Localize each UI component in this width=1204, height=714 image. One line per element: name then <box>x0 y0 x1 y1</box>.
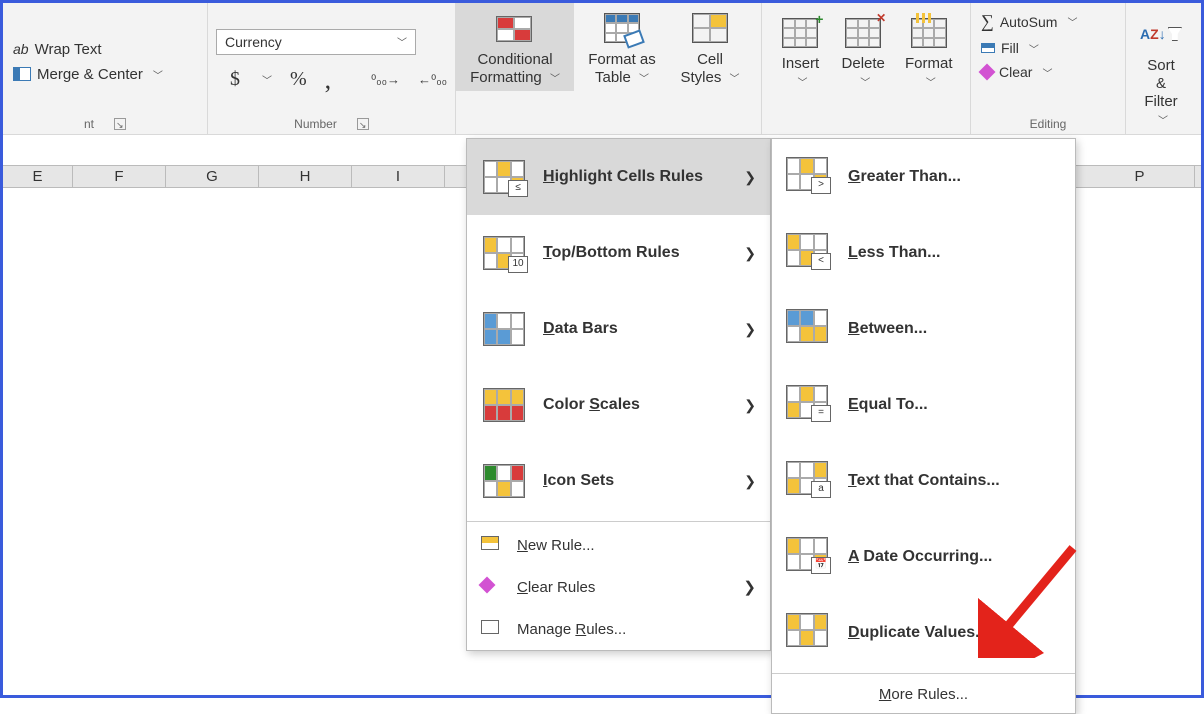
sort-filter-button[interactable]: AZ↓ Sort & Filter ﹀ <box>1134 9 1188 133</box>
text-contains-icon <box>786 461 828 495</box>
menu-between[interactable]: Between... <box>772 291 1075 367</box>
number-dialog-launcher[interactable] <box>357 118 369 130</box>
menu-new-rule[interactable]: New Rule... <box>467 524 770 566</box>
menu-clear-rules[interactable]: Clear Rules ❯ <box>467 566 770 608</box>
menu-color-scales[interactable]: Color Scales ❯ <box>467 367 770 443</box>
delete-cells-button[interactable]: Delete﹀ <box>831 9 896 95</box>
comma-button[interactable]: , <box>325 65 332 95</box>
chevron-down-icon: ﹀ <box>1042 65 1052 80</box>
submenu-arrow-icon: ❯ <box>744 245 756 262</box>
column-header[interactable]: H <box>259 166 352 187</box>
decrease-decimal-button[interactable]: ←⁰₀₀ <box>418 72 447 88</box>
alignment-group-label: nt <box>84 116 94 132</box>
autosum-button[interactable]: ∑ AutoSum ﹀ <box>979 9 1117 34</box>
cell-styles-button[interactable]: Cell Styles ﹀ <box>670 3 750 91</box>
number-format-combo[interactable]: Currency ﹀ <box>216 29 416 55</box>
conditional-formatting-icon <box>496 12 534 44</box>
new-rule-icon <box>481 536 499 550</box>
fill-icon <box>981 43 995 53</box>
between-icon <box>786 309 828 343</box>
sort-filter-group: AZ↓ Sort & Filter ﹀ <box>1126 3 1196 134</box>
merge-center-button[interactable]: Merge & Center ﹀ <box>11 62 199 87</box>
filter-icon <box>1168 27 1182 41</box>
sigma-icon: ∑ <box>981 11 994 32</box>
format-as-table-button[interactable]: Format as Table ﹀ <box>574 3 670 91</box>
editing-group: ∑ AutoSum ﹀ Fill ﹀ Clear ﹀ Editing <box>971 3 1126 134</box>
menu-data-bars[interactable]: Data Bars ❯ <box>467 291 770 367</box>
highlight-cells-icon <box>483 160 525 194</box>
format-icon <box>911 18 947 48</box>
column-header[interactable]: I <box>352 166 445 187</box>
percent-button[interactable]: % <box>290 68 307 91</box>
accounting-format-button[interactable]: $ <box>230 68 240 91</box>
less-than-icon <box>786 233 828 267</box>
column-header[interactable]: P <box>1085 166 1195 187</box>
format-as-table-icon <box>604 13 640 43</box>
greater-than-icon <box>786 157 828 191</box>
chevron-down-icon: ﹀ <box>153 67 163 82</box>
color-scales-icon <box>483 388 525 422</box>
chevron-down-icon: ﹀ <box>397 34 407 49</box>
menu-more-rules[interactable]: More Rules... <box>772 676 1075 709</box>
menu-date-occurring[interactable]: A Date Occurring... <box>772 519 1075 595</box>
insert-cells-button[interactable]: Insert﹀ <box>770 9 831 95</box>
icon-sets-icon <box>483 464 525 498</box>
wrap-text-button[interactable]: ab Wrap Text <box>11 37 199 62</box>
equal-to-icon <box>786 385 828 419</box>
menu-text-contains[interactable]: Text that Contains... <box>772 443 1075 519</box>
menu-highlight-cells-rules[interactable]: Highlight Cells Rules ❯ <box>467 139 770 215</box>
column-header[interactable]: E <box>3 166 73 187</box>
fill-button[interactable]: Fill ﹀ <box>979 38 1117 58</box>
menu-duplicate-values[interactable]: Duplicate Values... <box>772 595 1075 671</box>
editing-group-label: Editing <box>1030 116 1067 132</box>
chevron-down-icon: ﹀ <box>1067 14 1077 29</box>
duplicate-values-icon <box>786 613 828 647</box>
data-bars-icon <box>483 312 525 346</box>
cells-group: Insert﹀ Delete﹀ Format﹀ Cells <box>761 3 971 134</box>
format-cells-button[interactable]: Format﹀ <box>896 9 963 95</box>
conditional-formatting-menu: Highlight Cells Rules ❯ Top/Bottom Rules… <box>466 138 771 651</box>
styles-group: Conditional Formatting ﹀ Format as Table… <box>456 3 761 134</box>
chevron-down-icon: ﹀ <box>1029 41 1039 56</box>
alignment-group: ab Wrap Text Merge & Center ﹀ nt <box>3 3 208 134</box>
clear-icon <box>979 64 996 81</box>
increase-decimal-button[interactable]: ⁰₀₀→ <box>371 72 400 88</box>
insert-icon <box>782 18 818 48</box>
ribbon: ab Wrap Text Merge & Center ﹀ nt Currenc… <box>3 3 1201 135</box>
highlight-cells-submenu: Greater Than... Less Than... Between... … <box>771 138 1076 714</box>
merge-center-icon <box>13 67 31 81</box>
submenu-arrow-icon: ❯ <box>744 321 756 338</box>
column-header[interactable]: G <box>166 166 259 187</box>
column-header[interactable]: F <box>73 166 166 187</box>
submenu-arrow-icon: ❯ <box>744 473 756 490</box>
menu-manage-rules[interactable]: Manage Rules... <box>467 608 770 650</box>
submenu-arrow-icon: ❯ <box>743 578 756 596</box>
number-group-label: Number <box>294 116 337 132</box>
menu-top-bottom-rules[interactable]: Top/Bottom Rules ❯ <box>467 215 770 291</box>
sort-az-icon: AZ↓ <box>1140 26 1166 42</box>
manage-rules-icon <box>481 620 499 634</box>
date-occurring-icon <box>786 537 828 571</box>
alignment-dialog-launcher[interactable] <box>114 118 126 130</box>
wrap-text-icon: ab <box>13 41 29 57</box>
submenu-arrow-icon: ❯ <box>744 397 756 414</box>
delete-icon <box>845 18 881 48</box>
submenu-arrow-icon: ❯ <box>744 169 756 186</box>
number-group: Currency ﹀ $ ﹀ % , ⁰₀₀→ ←⁰₀₀ Number <box>208 3 456 134</box>
menu-equal-to[interactable]: Equal To... <box>772 367 1075 443</box>
chevron-down-icon: ﹀ <box>262 72 272 87</box>
top-bottom-icon <box>483 236 525 270</box>
clear-rules-icon <box>479 577 496 594</box>
menu-less-than[interactable]: Less Than... <box>772 215 1075 291</box>
cell-styles-icon <box>692 13 728 43</box>
menu-greater-than[interactable]: Greater Than... <box>772 139 1075 215</box>
conditional-formatting-button[interactable]: Conditional Formatting ﹀ <box>456 3 574 91</box>
clear-button[interactable]: Clear ﹀ <box>979 62 1117 82</box>
menu-icon-sets[interactable]: Icon Sets ❯ <box>467 443 770 519</box>
